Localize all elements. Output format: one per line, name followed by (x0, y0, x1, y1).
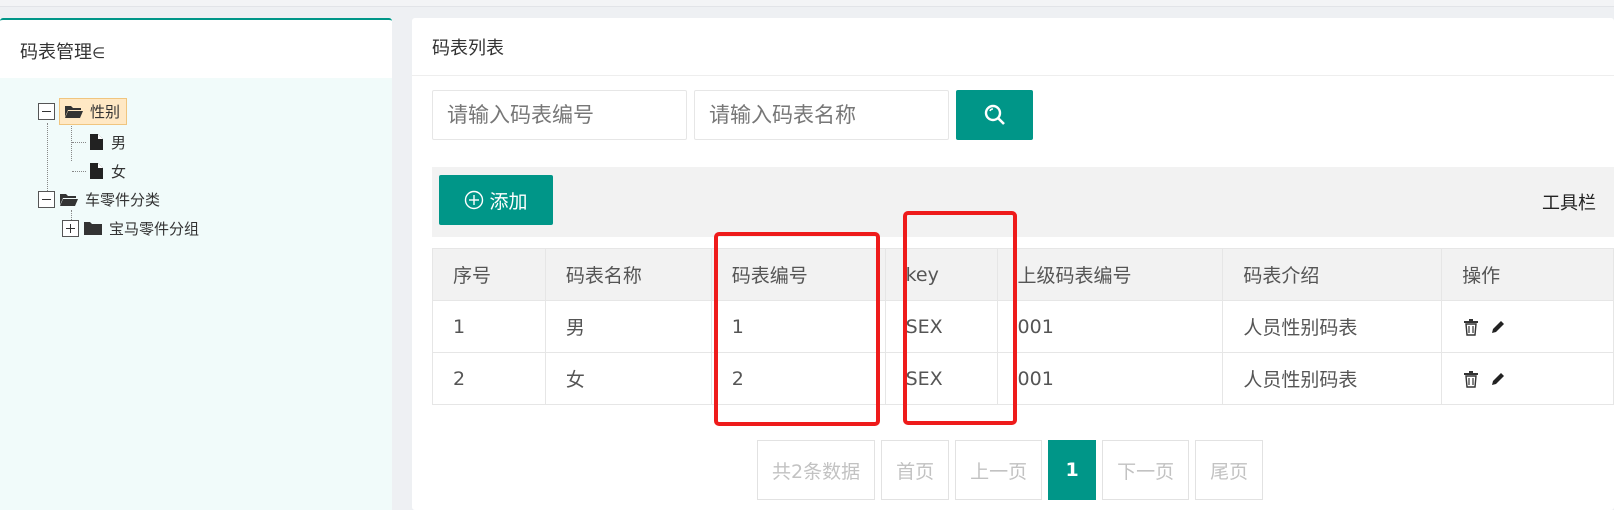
cell-actions (1441, 300, 1614, 353)
pagination-total: 共2条数据 (757, 440, 876, 500)
name-search-input[interactable] (694, 90, 949, 140)
tree-node-car-parts[interactable]: 车零件分类 (38, 186, 160, 212)
cell-parent-code: 001 (996, 300, 1224, 353)
toolbar-label[interactable]: 工具栏 (1542, 189, 1596, 215)
code-search-input[interactable] (432, 90, 687, 140)
expand-toggle-icon[interactable] (62, 219, 79, 237)
pencil-icon[interactable] (1490, 371, 1506, 387)
trash-icon[interactable] (1462, 318, 1480, 336)
code-list-panel: 码表列表 添加 工具栏 序号 (412, 18, 1614, 510)
folder-closed-icon (84, 222, 102, 235)
file-icon (90, 134, 103, 150)
panel-title-text: 码表管理 (20, 42, 92, 63)
table-toolbar: 添加 工具栏 (432, 167, 1614, 237)
table-row[interactable]: 1 男 1 SEX 001 人员性别码表 (432, 300, 1614, 353)
tree-node-label: 宝马零件分组 (109, 219, 200, 238)
tree-node-selected[interactable]: 性别 (59, 97, 128, 125)
search-button[interactable] (956, 90, 1033, 140)
cell-parent-code: 001 (996, 352, 1224, 405)
tree-connector (72, 142, 86, 143)
tree-connector (47, 123, 48, 195)
pagination: 共2条数据 首页 上一页 1 下一页 尾页 (757, 440, 1269, 500)
tree-node-label: 性别 (90, 102, 121, 121)
folder-open-icon (60, 194, 78, 206)
tree-node-female[interactable]: 女 (90, 158, 126, 184)
cell-actions (1441, 352, 1614, 405)
tree-node-male[interactable]: 男 (90, 129, 126, 155)
collapse-toggle-icon[interactable] (38, 190, 55, 208)
pagination-first[interactable]: 首页 (881, 440, 950, 500)
refresh-icon[interactable]: ∈ (92, 44, 105, 62)
column-header-description[interactable]: 码表介绍 (1222, 248, 1443, 301)
cell-code: 1 (710, 300, 886, 353)
folder-open-icon (65, 106, 83, 118)
tree-node-gender[interactable]: 性别 (38, 97, 128, 125)
pagination-current-page[interactable]: 1 (1048, 440, 1097, 500)
plus-circle-icon (465, 190, 484, 210)
column-header-index[interactable]: 序号 (432, 248, 546, 301)
code-table: 序号 码表名称 码表编号 key 上级码表编号 码表介绍 操作 1 男 1 SE… (432, 248, 1614, 405)
cell-key: SEX (884, 352, 998, 405)
tree-node-bmw-parts[interactable]: 宝马零件分组 (62, 215, 199, 241)
pagination-next[interactable]: 下一页 (1102, 440, 1190, 500)
cell-name: 男 (544, 300, 712, 353)
column-header-actions: 操作 (1441, 248, 1614, 301)
cell-description: 人员性别码表 (1222, 352, 1443, 405)
column-header-parent-code[interactable]: 上级码表编号 (996, 248, 1224, 301)
code-tree-panel: 码表管理∈ 性别 男 女 车零件分类 宝马零件分组 (0, 18, 392, 510)
tree-node-label: 车零件分类 (85, 190, 161, 209)
file-icon (90, 163, 103, 179)
cell-code: 2 (710, 352, 886, 405)
column-header-key[interactable]: key (884, 248, 998, 301)
add-button-label: 添加 (489, 190, 528, 213)
code-list-panel-title: 码表列表 (412, 18, 1614, 76)
cell-index: 2 (432, 352, 546, 405)
table-header-row: 序号 码表名称 码表编号 key 上级码表编号 码表介绍 操作 (432, 248, 1614, 301)
collapse-toggle-icon[interactable] (38, 102, 55, 120)
add-button[interactable]: 添加 (439, 175, 553, 225)
column-header-name[interactable]: 码表名称 (544, 248, 712, 301)
cell-name: 女 (544, 352, 712, 405)
table-row[interactable]: 2 女 2 SEX 001 人员性别码表 (432, 352, 1614, 405)
tree-node-label: 男 (111, 133, 127, 152)
code-tree: 性别 男 女 车零件分类 宝马零件分组 (0, 96, 392, 256)
top-strip (0, 0, 1614, 7)
cell-key: SEX (884, 300, 998, 353)
pagination-prev[interactable]: 上一页 (955, 440, 1043, 500)
cell-description: 人员性别码表 (1222, 300, 1443, 353)
search-icon (984, 104, 1005, 125)
tree-connector (72, 171, 86, 172)
tree-node-label: 女 (111, 162, 127, 181)
trash-icon[interactable] (1462, 370, 1480, 388)
pagination-last[interactable]: 尾页 (1195, 440, 1264, 500)
search-bar (432, 90, 1033, 140)
cell-index: 1 (432, 300, 546, 353)
column-header-code[interactable]: 码表编号 (710, 248, 886, 301)
pencil-icon[interactable] (1490, 319, 1506, 335)
code-tree-panel-title: 码表管理∈ (0, 18, 392, 78)
